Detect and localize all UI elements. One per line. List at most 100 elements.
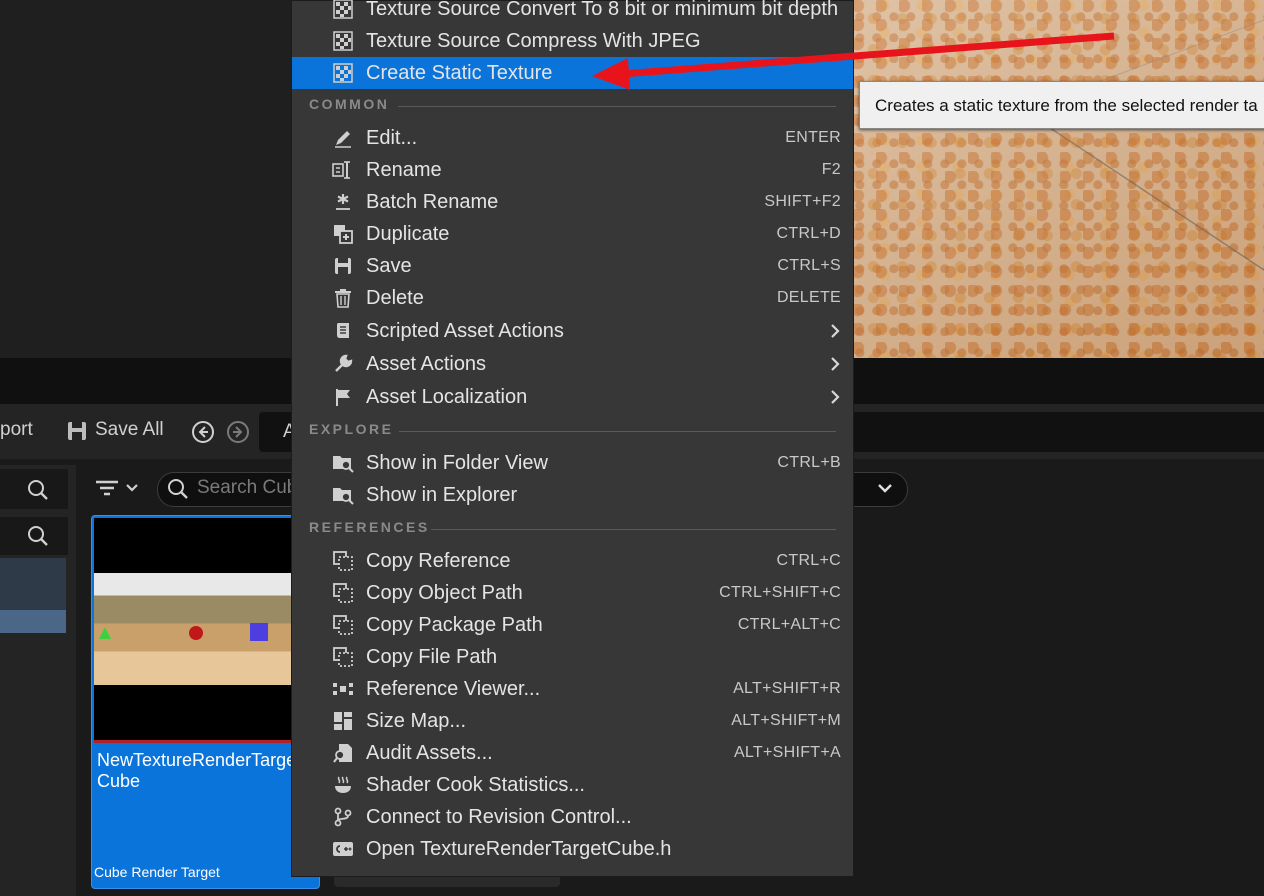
duplicate-icon (332, 223, 354, 245)
separator (431, 529, 836, 530)
menu-item-label: Asset Actions (366, 352, 487, 375)
menu-item-shortcut: CTRL+SHIFT+C (719, 584, 841, 601)
menu-item-size-map[interactable]: Size Map... ALT+SHIFT+M (292, 705, 853, 737)
menu-item-label: Copy Package Path (366, 613, 543, 636)
search-icon (167, 478, 189, 500)
import-button[interactable]: port (0, 419, 33, 441)
menu-item-shortcut: CTRL+D (776, 225, 841, 242)
menu-item-delete[interactable]: Delete DELETE (292, 282, 853, 314)
search-input[interactable]: Search Cub (197, 477, 297, 499)
menu-item-label: Delete (366, 286, 424, 309)
menu-item-shortcut: CTRL+ALT+C (737, 616, 841, 633)
menu-item-label: Show in Folder View (366, 451, 548, 474)
cpp-icon (332, 838, 354, 860)
annotation-arrow (592, 32, 1115, 90)
menu-item-shortcut: CTRL+B (777, 454, 841, 471)
menu-item-copy-package-path[interactable]: Copy Package Path CTRL+ALT+C (292, 609, 853, 641)
trash-icon (332, 287, 354, 309)
menu-item-label: Audit Assets... (366, 741, 493, 764)
menu-item-shortcut: ALT+SHIFT+M (731, 712, 841, 729)
save-all-button[interactable]: Save All (95, 419, 164, 441)
menu-item-asset-actions[interactable]: Asset Actions (292, 348, 853, 380)
menu-item-label: Save (366, 254, 412, 277)
audit-icon (332, 742, 354, 764)
asset-type-color-bar (94, 740, 292, 743)
forward-arrow-icon[interactable] (226, 420, 250, 444)
menu-item-texture-source-convert-to-8-bit-or-minimum-bit-depth[interactable]: Texture Source Convert To 8 bit or minim… (292, 0, 853, 25)
menu-item-label: Edit... (366, 126, 418, 149)
menu-item-label: Scripted Asset Actions (366, 319, 564, 342)
menu-item-shortcut: ENTER (785, 129, 841, 146)
context-menu: Texture Source Convert To 8 bit or minim… (291, 0, 854, 877)
menu-item-copy-file-path[interactable]: Copy File Path (292, 641, 853, 673)
menu-item-connect-to-revision-control[interactable]: Connect to Revision Control... (292, 801, 853, 833)
asset-type: Cube Render Target (94, 864, 220, 880)
menu-item-label: Rename (366, 158, 442, 181)
menu-item-label: Copy Object Path (366, 581, 523, 604)
script-icon (332, 320, 354, 342)
menu-item-asset-localization[interactable]: Asset Localization (292, 381, 853, 413)
pencil-icon (332, 127, 354, 149)
menu-item-shortcut: CTRL+C (776, 552, 841, 569)
sources-search[interactable] (0, 469, 68, 509)
menu-item-show-in-explorer[interactable]: Show in Explorer (292, 479, 853, 511)
checker-icon (332, 30, 354, 52)
menu-section-explore: EXPLORE (292, 419, 853, 443)
menu-item-reference-viewer[interactable]: Reference Viewer... ALT+SHIFT+R (292, 673, 853, 705)
menu-item-scripted-asset-actions[interactable]: Scripted Asset Actions (292, 315, 853, 347)
chevron-down-icon[interactable] (876, 481, 894, 497)
steam-icon (332, 774, 354, 796)
asset-name: NewTextureRenderTargetCube (97, 750, 302, 791)
menu-item-label: Copy File Path (366, 645, 498, 668)
folder-search-icon (332, 452, 354, 474)
menu-item-label: Reference Viewer... (366, 677, 541, 700)
menu-item-shortcut: DELETE (776, 289, 841, 306)
menu-item-audit-assets[interactable]: Audit Assets... ALT+SHIFT+A (292, 737, 853, 769)
separator (399, 431, 836, 432)
menu-item-open-texturerendertargetcube-h[interactable]: Open TextureRenderTargetCube.h (292, 833, 853, 865)
tree-search[interactable] (0, 517, 68, 555)
copy-icon (332, 646, 354, 668)
menu-section-common: COMMON (292, 94, 853, 118)
menu-item-label: Asset Localization (366, 385, 528, 408)
menu-item-show-in-folder-view[interactable]: Show in Folder View CTRL+B (292, 447, 853, 479)
menu-item-label: Texture Source Convert To 8 bit or minim… (366, 0, 839, 20)
back-arrow-icon[interactable] (191, 420, 215, 444)
menu-section-title: EXPLORE (309, 421, 394, 437)
menu-item-duplicate[interactable]: Duplicate CTRL+D (292, 218, 853, 250)
menu-item-shortcut: ALT+SHIFT+R (733, 680, 841, 697)
copy-icon (332, 550, 354, 572)
menu-section-title: REFERENCES (309, 519, 430, 535)
copy-icon (332, 582, 354, 604)
menu-item-shader-cook-statistics[interactable]: Shader Cook Statistics... (292, 769, 853, 801)
search-icon (27, 525, 49, 547)
menu-item-save[interactable]: Save CTRL+S (292, 250, 853, 282)
menu-section-references: REFERENCES (292, 517, 853, 541)
separator (398, 106, 836, 107)
chevron-right-icon (829, 322, 841, 340)
menu-item-copy-reference[interactable]: Copy Reference CTRL+C (292, 545, 853, 577)
menu-item-label: Duplicate (366, 222, 450, 245)
tree-item[interactable] (0, 558, 66, 610)
graph-icon (332, 678, 354, 700)
chevron-right-icon (829, 355, 841, 373)
menu-item-label: Batch Rename (366, 190, 499, 213)
path-breadcrumb-extension (853, 412, 1264, 452)
menu-item-edit[interactable]: Edit... ENTER (292, 122, 853, 154)
menu-item-copy-object-path[interactable]: Copy Object Path CTRL+SHIFT+C (292, 577, 853, 609)
asterisk-icon (332, 191, 354, 213)
menu-item-label: Create Static Texture (366, 61, 553, 84)
menu-item-shortcut: F2 (821, 161, 841, 178)
menu-section-title: COMMON (309, 96, 390, 112)
folder-search-icon (332, 484, 354, 506)
menu-item-shortcut: ALT+SHIFT+A (733, 744, 841, 761)
rename-icon (332, 159, 354, 181)
wrench-icon (332, 353, 354, 375)
menu-item-label: Connect to Revision Control... (366, 805, 632, 828)
tree-item-selected[interactable] (0, 610, 66, 633)
menu-item-rename[interactable]: Rename F2 (292, 154, 853, 186)
search-icon (27, 479, 49, 501)
menu-item-batch-rename[interactable]: Batch Rename SHIFT+F2 (292, 186, 853, 218)
save-icon (66, 420, 88, 442)
filter-icon[interactable] (92, 478, 142, 500)
